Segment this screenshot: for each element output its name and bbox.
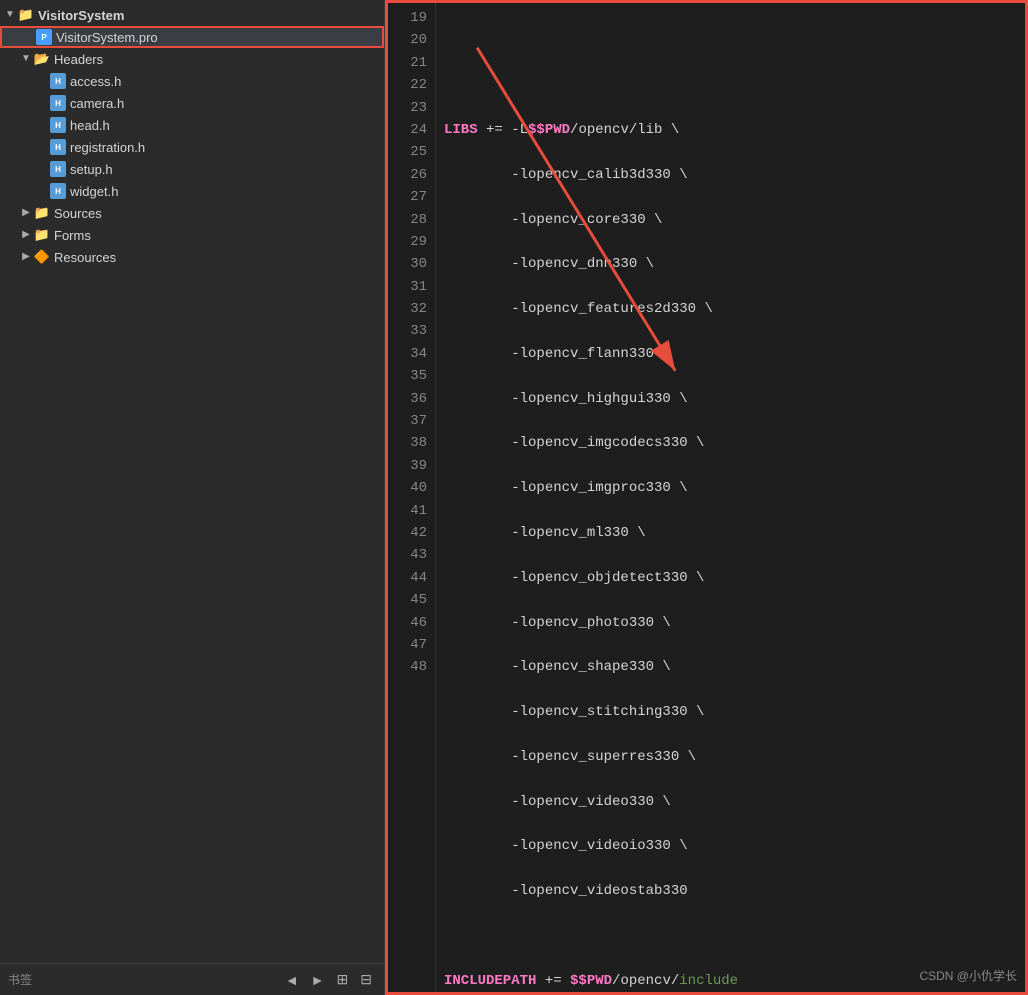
folder-icon: 📁 [18,7,34,23]
pro-icon: P [36,29,52,45]
arrow-icon [20,53,32,65]
sidebar-item-forms[interactable]: 📁 Forms [0,224,384,246]
sidebar-item-label: setup.h [70,162,113,177]
code-content: LIBS += -L$$PWD/opencv/lib \ -lopencv_ca… [436,3,1025,992]
sidebar-item-label: Resources [54,250,116,265]
folder-icon: 📂 [34,51,50,67]
sidebar-item-visitorsystem-pro[interactable]: ▶ P VisitorSystem.pro [0,26,384,48]
header-icon: H [50,183,66,199]
header-icon: H [50,73,66,89]
file-tree: 📁 VisitorSystem ▶ P VisitorSystem.pro 📂 … [0,0,384,963]
sidebar-item-label: Headers [54,52,103,67]
folder-icon: 📁 [34,227,50,243]
sidebar-item-label: registration.h [70,140,145,155]
line-numbers: 19 20 21 22 23 24 25 26 27 28 29 30 31 3… [388,3,436,992]
sidebar-item-label: Sources [54,206,102,221]
sidebar: 📁 VisitorSystem ▶ P VisitorSystem.pro 📂 … [0,0,385,995]
header-icon: H [50,95,66,111]
sidebar-item-label: head.h [70,118,110,133]
sidebar-item-resources[interactable]: 🔶 Resources [0,246,384,268]
prev-button[interactable]: ◄ [281,970,303,990]
sidebar-item-setup-h[interactable]: ▶ H setup.h [0,158,384,180]
collapse-button[interactable]: ⊟ [356,969,376,990]
sidebar-bottom-bar: 书签 ◄ ► ⊞ ⊟ [0,963,384,995]
bookmarks-label: 书签 [8,971,32,988]
sidebar-item-widget-h[interactable]: ▶ H widget.h [0,180,384,202]
folder-icon: 📁 [34,205,50,221]
arrow-icon [20,251,32,263]
header-icon: H [50,117,66,133]
arrow-icon [20,207,32,219]
expand-button[interactable]: ⊞ [333,969,353,990]
sidebar-item-registration-h[interactable]: ▶ H registration.h [0,136,384,158]
resources-icon: 🔶 [34,249,50,265]
code-editor: 19 20 21 22 23 24 25 26 27 28 29 30 31 3… [385,0,1028,995]
sidebar-item-label: Forms [54,228,91,243]
sidebar-item-headers[interactable]: 📂 Headers [0,48,384,70]
sidebar-item-label: VisitorSystem.pro [56,30,158,45]
sidebar-item-head-h[interactable]: ▶ H head.h [0,114,384,136]
bottom-controls: ◄ ► ⊞ ⊟ [281,969,376,990]
watermark: CSDN @小仇学长 [919,967,1017,984]
sidebar-item-label: access.h [70,74,121,89]
sidebar-item-access-h[interactable]: ▶ H access.h [0,70,384,92]
sidebar-item-sources[interactable]: 📁 Sources [0,202,384,224]
header-icon: H [50,139,66,155]
sidebar-item-label: widget.h [70,184,118,199]
sidebar-item-label: camera.h [70,96,124,111]
header-icon: H [50,161,66,177]
arrow-icon [20,229,32,241]
sidebar-item-camera-h[interactable]: ▶ H camera.h [0,92,384,114]
sidebar-item-visitorsystem[interactable]: 📁 VisitorSystem [0,4,384,26]
next-button[interactable]: ► [307,970,329,990]
arrow-icon [4,9,16,21]
sidebar-item-label: VisitorSystem [38,8,124,23]
